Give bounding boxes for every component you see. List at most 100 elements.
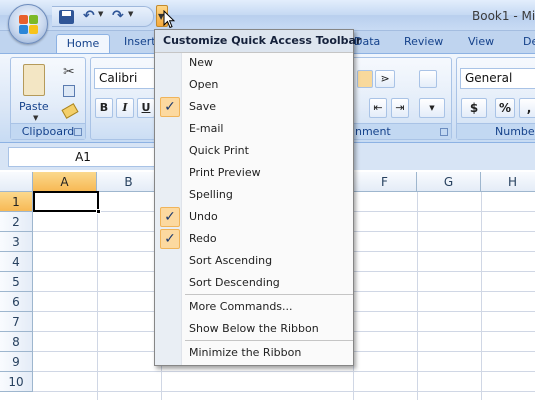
tab-home[interactable]: Home xyxy=(56,34,110,54)
font-group: Calibri B I U xyxy=(90,57,156,140)
row-header-1[interactable]: 1 xyxy=(0,192,33,212)
row-header-4[interactable]: 4 xyxy=(0,252,33,272)
row-header-7[interactable]: 7 xyxy=(0,312,33,332)
menu-item-minimize-the-ribbon[interactable]: Minimize the Ribbon xyxy=(155,342,353,364)
menu-item-label: Save xyxy=(189,100,217,113)
column-header-f[interactable]: F xyxy=(353,172,417,192)
save-icon[interactable] xyxy=(59,10,74,24)
tab-insert[interactable]: Insert xyxy=(124,35,156,48)
dialog-launcher-icon[interactable] xyxy=(440,128,448,136)
number-format-combo[interactable]: General xyxy=(460,68,535,89)
redo-dropdown-icon[interactable]: ▼ xyxy=(128,10,133,18)
column-header-h[interactable]: H xyxy=(481,172,535,192)
menu-item-label: Open xyxy=(189,78,219,91)
grid-line xyxy=(33,391,535,392)
menu-separator xyxy=(185,340,353,341)
accounting-format-button[interactable]: $ xyxy=(461,98,487,118)
row-header-5[interactable]: 5 xyxy=(0,272,33,292)
format-painter-icon[interactable] xyxy=(61,103,79,119)
copy-icon[interactable] xyxy=(63,85,75,97)
grid-line xyxy=(481,192,482,400)
alignment-group: ⋗ ⇤ ⇥ ▼ nment xyxy=(340,57,452,140)
tab-review[interactable]: Review xyxy=(404,35,443,48)
tab-developer[interactable]: De xyxy=(523,35,535,48)
menu-item-redo[interactable]: ✓ Redo xyxy=(155,228,353,250)
menu-header: Customize Quick Access Toolbar xyxy=(155,30,361,53)
alignment-group-label: nment xyxy=(341,123,451,139)
menu-item-label: Quick Print xyxy=(189,144,249,157)
align-right-icon[interactable] xyxy=(357,70,373,88)
grid-line xyxy=(97,192,98,400)
menu-item-print-preview[interactable]: Print Preview xyxy=(155,162,353,184)
decrease-indent-icon[interactable]: ⇤ xyxy=(369,98,387,118)
row-header-2[interactable]: 2 xyxy=(0,212,33,232)
number-group: General $ % , Numbe xyxy=(456,57,535,140)
undo-icon[interactable]: ↶ xyxy=(83,7,95,25)
grid-line xyxy=(417,192,418,400)
dialog-launcher-icon[interactable] xyxy=(74,128,82,136)
wrap-text-icon[interactable] xyxy=(419,70,437,88)
menu-item-new[interactable]: New xyxy=(155,52,353,74)
paste-icon[interactable] xyxy=(23,64,45,96)
checkmark-icon: ✓ xyxy=(160,97,180,117)
menu-item-label: More Commands... xyxy=(189,300,293,313)
row-header-6[interactable]: 6 xyxy=(0,292,33,312)
increase-indent-icon[interactable]: ⇥ xyxy=(391,98,409,118)
undo-dropdown-icon[interactable]: ▼ xyxy=(98,10,103,18)
row-header-10[interactable]: 10 xyxy=(0,372,33,392)
menu-item-label: E-mail xyxy=(189,122,224,135)
clipboard-group: Paste ▼ ✂ Clipboard xyxy=(10,57,86,140)
paste-dropdown-icon[interactable]: ▼ xyxy=(33,114,38,122)
menu-item-label: Spelling xyxy=(189,188,233,201)
orientation-icon[interactable]: ⋗ xyxy=(375,70,395,88)
menu-item-label: Sort Ascending xyxy=(189,254,273,267)
tab-view[interactable]: View xyxy=(468,35,494,48)
row-header-8[interactable]: 8 xyxy=(0,332,33,352)
menu-item-label: Show Below the Ribbon xyxy=(189,322,319,335)
paste-button-label[interactable]: Paste xyxy=(19,100,49,113)
title-bar: ↶ ▼ ↷ ▼ ▼ Book1 - Mic xyxy=(0,0,535,31)
office-button[interactable] xyxy=(8,4,48,44)
percent-style-button[interactable]: % xyxy=(495,98,515,118)
menu-item-more-commands[interactable]: More Commands... xyxy=(155,296,353,318)
customize-qat-menu: Customize Quick Access Toolbar New Open ✓ S… xyxy=(154,29,361,366)
number-group-label: Numbe xyxy=(457,123,535,139)
row-header-9[interactable]: 9 xyxy=(0,352,33,372)
comma-style-button[interactable]: , xyxy=(519,98,535,118)
menu-item-spelling[interactable]: Spelling xyxy=(155,184,353,206)
menu-item-open[interactable]: Open xyxy=(155,74,353,96)
checkmark-icon: ✓ xyxy=(160,229,180,249)
menu-item-label: New xyxy=(189,56,213,69)
menu-item-label: Minimize the Ribbon xyxy=(189,346,302,359)
font-name-combo[interactable]: Calibri xyxy=(94,68,156,89)
name-box[interactable]: A1 xyxy=(8,147,158,167)
menu-item-save[interactable]: ✓ Save xyxy=(155,96,353,118)
menu-item-quick-print[interactable]: Quick Print xyxy=(155,140,353,162)
cut-icon[interactable]: ✂ xyxy=(63,64,75,80)
menu-item-sort-ascending[interactable]: Sort Ascending xyxy=(155,250,353,272)
menu-item-sort-descending[interactable]: Sort Descending xyxy=(155,272,353,294)
bold-button[interactable]: B xyxy=(95,98,113,118)
office-logo-icon xyxy=(19,15,39,35)
checkmark-icon: ✓ xyxy=(160,207,180,227)
active-cell-a1[interactable] xyxy=(33,191,99,212)
select-all-corner[interactable] xyxy=(0,172,33,192)
grid-line xyxy=(33,371,535,372)
column-header-g[interactable]: G xyxy=(417,172,481,192)
menu-item-label: Print Preview xyxy=(189,166,261,179)
menu-item-show-below-the-ribbon[interactable]: Show Below the Ribbon xyxy=(155,318,353,340)
menu-item-e-mail[interactable]: E-mail xyxy=(155,118,353,140)
menu-item-undo[interactable]: ✓ Undo xyxy=(155,206,353,228)
quick-access-toolbar: ↶ ▼ ↷ ▼ xyxy=(52,6,154,27)
merge-center-icon[interactable]: ▼ xyxy=(419,98,445,118)
italic-button[interactable]: I xyxy=(116,98,134,118)
column-header-a[interactable]: A xyxy=(33,172,97,192)
underline-button[interactable]: U xyxy=(137,98,155,118)
redo-icon[interactable]: ↷ xyxy=(112,7,124,25)
row-header-3[interactable]: 3 xyxy=(0,232,33,252)
mouse-cursor-icon xyxy=(163,10,175,29)
column-header-b[interactable]: B xyxy=(97,172,161,192)
fill-handle[interactable] xyxy=(96,209,101,214)
window-title: Book1 - Mic xyxy=(472,9,535,23)
menu-separator xyxy=(185,294,353,295)
